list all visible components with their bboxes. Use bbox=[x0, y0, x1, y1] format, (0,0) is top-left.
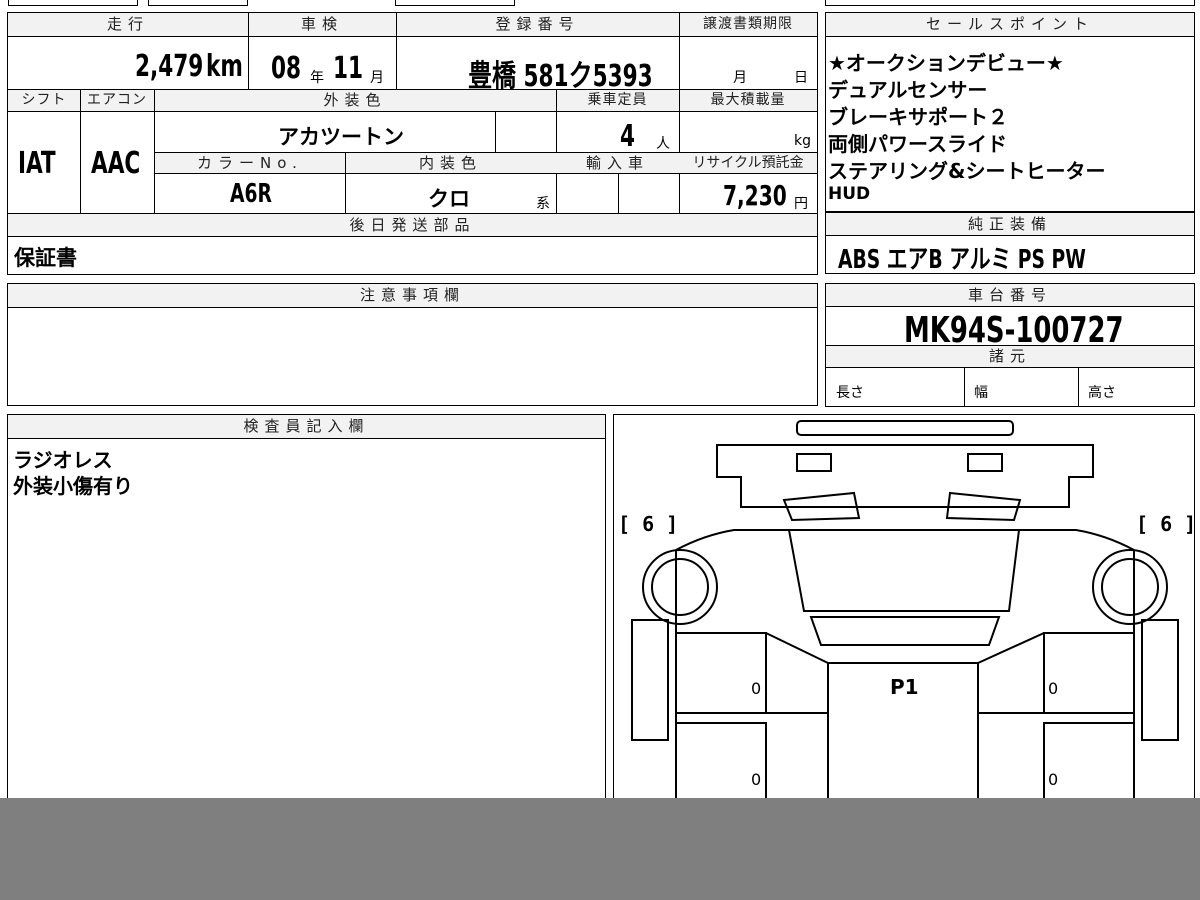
tire-tread-right: [ 6 ] bbox=[1136, 512, 1196, 536]
top-strip-cell bbox=[8, 0, 138, 6]
transfer-deadline-header: 譲渡書類期限 bbox=[679, 13, 817, 37]
aircon-value: AAC bbox=[91, 146, 141, 181]
exterior-color-header: 外装色 bbox=[154, 90, 556, 112]
sales-points-header: セールスポイント bbox=[826, 13, 1194, 37]
capacity-header: 乗車定員 bbox=[556, 90, 679, 112]
inspector-line: ラジオレス bbox=[13, 448, 113, 472]
top-strip-cell bbox=[395, 0, 515, 6]
shift-value: IAT bbox=[18, 146, 56, 181]
sales-points-box: セールスポイント ★オークションデビュー★ デュアルセンサー ブレーキサポート２… bbox=[825, 12, 1195, 212]
standard-equipment-value: ABS エアB アルミ PS PW bbox=[838, 245, 1086, 275]
interior-color-header: 内装色 bbox=[345, 153, 556, 174]
year-unit: 年 bbox=[310, 70, 324, 86]
spec-width: 幅 bbox=[974, 385, 988, 401]
car-diagram-box: [ 6 ] [ 6 ] P1 0 0 0 0 bbox=[613, 414, 1196, 815]
capacity-unit: 人 bbox=[656, 136, 670, 152]
spec-height: 高さ bbox=[1088, 385, 1116, 401]
inspector-line: 外装小傷有り bbox=[13, 474, 133, 498]
month-unit: 月 bbox=[370, 70, 384, 86]
inspector-header: 検査員記入欄 bbox=[8, 415, 605, 439]
deadline-day-unit: 日 bbox=[794, 70, 808, 86]
panel-mark: 0 bbox=[1048, 770, 1058, 789]
inspection-month: 11 bbox=[333, 51, 364, 86]
inspection-year: 08 bbox=[271, 51, 302, 86]
max-load-unit: kg bbox=[794, 133, 811, 149]
inspection-header: 車検 bbox=[248, 13, 396, 37]
notes-box: 注意事項欄 bbox=[7, 283, 818, 406]
registration-header: 登録番号 bbox=[396, 13, 679, 37]
sales-point-item: ブレーキサポート２ bbox=[828, 105, 1008, 129]
interior-color-unit: 系 bbox=[536, 196, 550, 212]
aircon-header: エアコン bbox=[80, 90, 154, 112]
spec-length: 長さ bbox=[836, 385, 864, 401]
deadline-month-unit: 月 bbox=[733, 70, 747, 86]
specs-header: 諸元 bbox=[826, 346, 1194, 368]
tire-tread-left: [ 6 ] bbox=[618, 512, 678, 536]
mileage-unit: km bbox=[206, 49, 243, 84]
inspector-box: 検査員記入欄 ラジオレス 外装小傷有り bbox=[7, 414, 606, 814]
recycle-header: リサイクル預託金 bbox=[679, 153, 817, 174]
recycle-unit: 円 bbox=[794, 196, 808, 212]
chassis-header: 車台番号 bbox=[826, 284, 1194, 307]
vehicle-info-grid: 走行 車検 登録番号 譲渡書類期限 2,479 km 08 年 11 月 豊橋 … bbox=[7, 12, 818, 275]
sales-point-item: デュアルセンサー bbox=[828, 78, 988, 102]
panel-mark: 0 bbox=[751, 679, 761, 698]
standard-equipment-box: 純正装備 ABS エアB アルミ PS PW bbox=[825, 212, 1195, 275]
capacity-value: 4 bbox=[620, 119, 636, 154]
sales-point-item: ★オークションデビュー★ bbox=[828, 51, 1064, 75]
shift-header: シフト bbox=[8, 90, 80, 112]
top-strip-cell bbox=[825, 0, 1195, 6]
import-header: 輸入車 bbox=[556, 153, 679, 174]
sales-point-item: HUD bbox=[828, 184, 871, 204]
center-mark: P1 bbox=[890, 675, 919, 699]
color-no-value: A6R bbox=[230, 179, 272, 209]
notes-header: 注意事項欄 bbox=[8, 284, 817, 308]
sales-point-item: ステアリング&シートヒーター bbox=[828, 159, 1106, 183]
car-diagram: [ 6 ] [ 6 ] P1 0 0 0 0 bbox=[618, 420, 1196, 815]
panel-mark: 0 bbox=[751, 770, 761, 789]
later-parts-header: 後日発送部品 bbox=[8, 214, 817, 237]
sales-point-item: 両側パワースライド bbox=[828, 132, 1007, 156]
chassis-box: 車台番号 MK94S-100727 諸元 長さ 幅 高さ bbox=[825, 283, 1195, 407]
later-parts-value: 保証書 bbox=[14, 246, 77, 270]
bottom-overlay bbox=[0, 798, 1200, 900]
exterior-color-value: アカツートン bbox=[278, 125, 404, 149]
top-strip-cell bbox=[148, 0, 248, 6]
mileage-header: 走行 bbox=[8, 13, 248, 37]
panel-mark: 0 bbox=[1048, 679, 1058, 698]
color-no-header: カラーNo. bbox=[155, 153, 345, 174]
mileage-value: 2,479 bbox=[135, 49, 204, 84]
interior-color-value: クロ bbox=[428, 187, 470, 211]
max-load-header: 最大積載量 bbox=[679, 90, 817, 112]
recycle-value: 7,230 bbox=[723, 179, 787, 212]
standard-equipment-header: 純正装備 bbox=[826, 213, 1194, 236]
